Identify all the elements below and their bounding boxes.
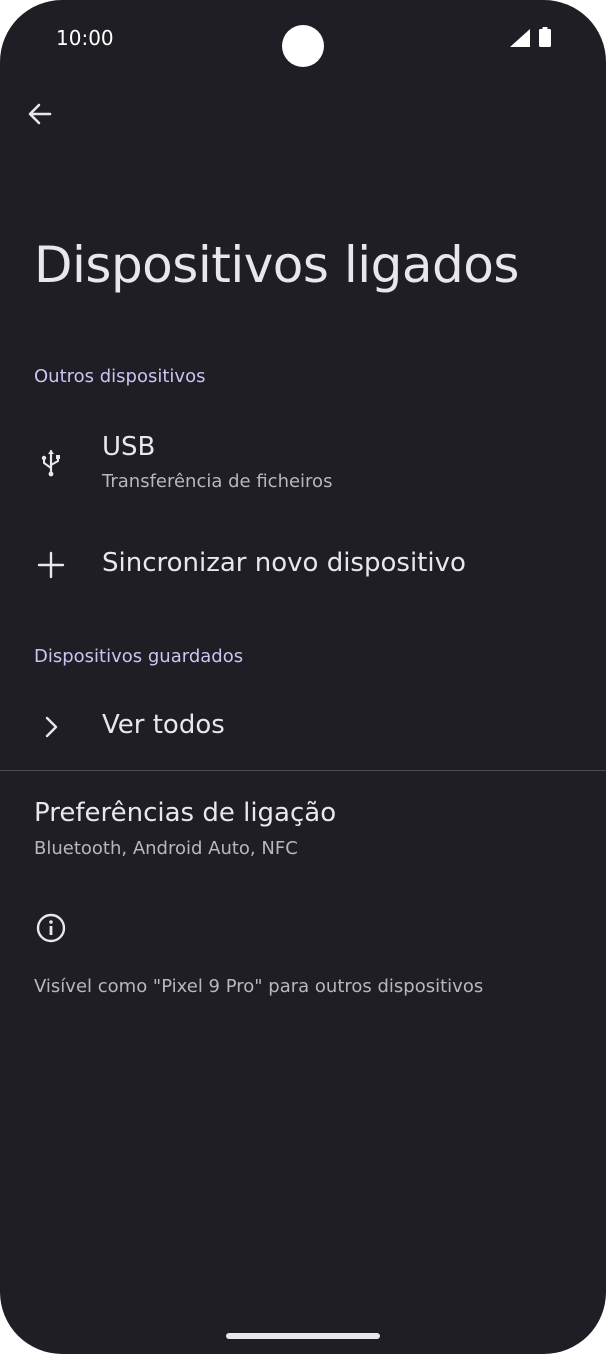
see-all-title: Ver todos [102,710,225,740]
page-title: Dispositivos ligados [34,236,519,294]
status-time: 10:00 [56,26,114,50]
connection-preferences-title: Preferências de ligação [34,798,337,828]
section-header-other-devices: Outros dispositivos [34,366,206,387]
camera-cutout [282,25,324,67]
usb-title: USB [102,432,156,462]
visibility-info-text: Visível como "Pixel 9 Pro" para outros d… [34,976,484,997]
battery-icon [539,27,551,47]
screen: 10:00 Dispositivos ligados Outros dispos… [0,0,606,1354]
signal-icon [510,29,530,47]
usb-icon [41,449,60,477]
back-arrow-icon[interactable] [26,100,54,128]
section-header-saved-devices: Dispositivos guardados [34,646,244,667]
plus-icon [37,551,65,579]
home-indicator[interactable] [226,1333,380,1339]
pair-new-device-title: Sincronizar novo dispositivo [102,548,466,578]
connection-preferences-subtitle: Bluetooth, Android Auto, NFC [34,838,298,859]
divider [0,770,606,771]
chevron-right-icon [45,716,58,738]
usb-subtitle: Transferência de ficheiros [102,471,333,492]
info-icon [36,913,66,943]
